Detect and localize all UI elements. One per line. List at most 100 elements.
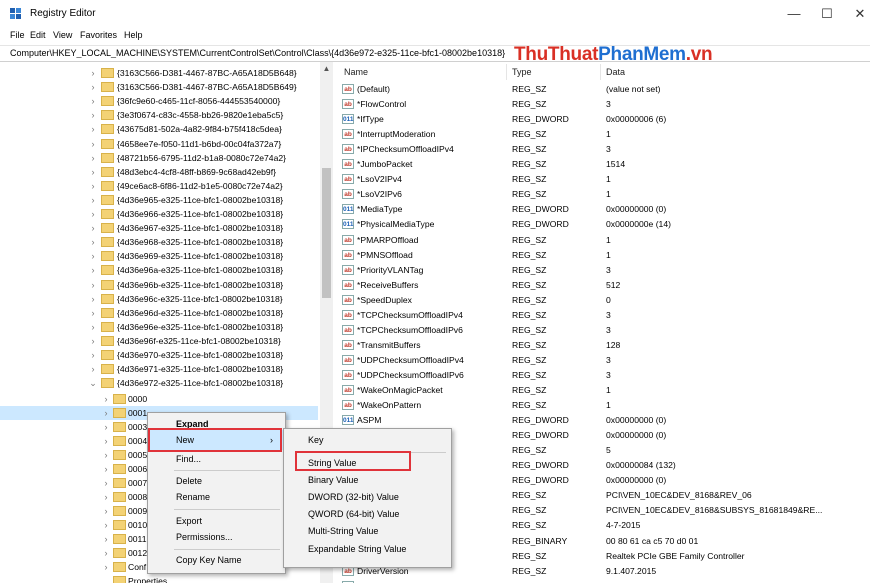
tree-item[interactable]: › {4d36e96a-e325-11ce-bfc1-08002be10318} [0,263,318,277]
chevron-right-icon[interactable]: › [88,263,98,277]
context-menu-find[interactable]: Find... [176,449,201,469]
tree-item[interactable]: › {3163C566-D381-4467-87BC-A65A18D5B649} [0,80,318,94]
tree-item[interactable]: › {4d36e96b-e325-11ce-bfc1-08002be10318} [0,278,318,292]
menu-file[interactable]: File [10,30,25,40]
tree-item[interactable]: › {3163C566-D381-4467-87BC-A65A18D5B648} [0,66,318,80]
address-bar[interactable]: Computer\HKEY_LOCAL_MACHINE\SYSTEM\Curre… [0,45,870,62]
menu-edit[interactable]: Edit [30,30,46,40]
tree-item[interactable]: › {3e3f0674-c83c-4558-bb26-9820e1eba5c5} [0,108,318,122]
chevron-right-icon[interactable]: › [101,448,111,462]
value-row[interactable]: ab *TCPChecksumOffloadIPv6 REG_SZ 3 [336,323,870,338]
chevron-right-icon[interactable]: › [101,560,111,574]
chevron-right-icon[interactable]: › [101,392,111,406]
value-row[interactable]: ab *PriorityVLANTag REG_SZ 3 [336,263,870,278]
submenu-multi-string-value[interactable]: Multi-String Value [308,521,378,541]
value-row[interactable]: ab *TCPChecksumOffloadIPv4 REG_SZ 3 [336,308,870,323]
chevron-right-icon[interactable]: › [88,80,98,94]
menu-help[interactable]: Help [124,30,143,40]
chevron-right-icon[interactable]: › [101,420,111,434]
value-row[interactable]: ab *InterruptModeration REG_SZ 1 [336,127,870,142]
value-row[interactable]: ab *ReceiveBuffers REG_SZ 512 [336,278,870,293]
value-row[interactable]: 011 *IfType REG_DWORD 0x00000006 (6) [336,112,870,127]
tree-item[interactable]: › {4d36e96c-e325-11ce-bfc1-08002be10318} [0,292,318,306]
tree-item[interactable]: › {4d36e968-e325-11ce-bfc1-08002be10318} [0,235,318,249]
value-row[interactable]: ab (Default) REG_SZ (value not set) [336,82,870,97]
tree-item[interactable]: › {36fc9e60-c465-11cf-8056-444553540000} [0,94,318,108]
chevron-right-icon[interactable]: › [101,490,111,504]
chevron-right-icon[interactable]: › [88,292,98,306]
value-row[interactable]: abForceModeREG_SZ0 [336,579,870,583]
value-row[interactable]: ab *PMARPOffload REG_SZ 1 [336,233,870,248]
chevron-right-icon[interactable]: › [88,179,98,193]
value-row[interactable]: ab *FlowControl REG_SZ 3 [336,97,870,112]
close-button[interactable]: ✕ [846,5,870,23]
value-row[interactable]: 011 *MediaType REG_DWORD 0x00000000 (0) [336,202,870,217]
tree-subitem[interactable]: Properties [0,574,318,583]
value-row[interactable]: ab *WakeOnPattern REG_SZ 1 [336,398,870,413]
tree-item[interactable]: › {4d36e967-e325-11ce-bfc1-08002be10318} [0,221,318,235]
menu-favorites[interactable]: Favorites [80,30,117,40]
submenu-key[interactable]: Key [308,430,324,450]
tree-item[interactable]: ⌄ {4d36e972-e325-11ce-bfc1-08002be10318} [0,376,318,390]
tree-item[interactable]: › {4d36e96e-e325-11ce-bfc1-08002be10318} [0,320,318,334]
scroll-up-icon[interactable]: ▲ [320,62,333,75]
value-row[interactable]: ab *TransmitBuffers REG_SZ 128 [336,338,870,353]
chevron-right-icon[interactable]: › [101,462,111,476]
chevron-right-icon[interactable]: › [88,94,98,108]
context-menu-copy-key-name[interactable]: Copy Key Name [176,550,242,570]
minimize-button[interactable]: — [780,5,808,23]
tree-item[interactable]: › {48721b56-6795-11d2-b1a8-0080c72e74a2} [0,151,318,165]
context-menu-rename[interactable]: Rename [176,487,210,507]
tree-item[interactable]: › {4d36e96f-e325-11ce-bfc1-08002be10318} [0,334,318,348]
chevron-right-icon[interactable]: › [88,235,98,249]
tree-item[interactable]: › {4d36e96d-e325-11ce-bfc1-08002be10318} [0,306,318,320]
chevron-right-icon[interactable]: › [88,362,98,376]
chevron-right-icon[interactable]: › [88,334,98,348]
value-row[interactable]: ab *SpeedDuplex REG_SZ 0 [336,293,870,308]
chevron-right-icon[interactable]: › [88,108,98,122]
chevron-right-icon[interactable]: › [101,546,111,560]
column-header-type[interactable]: Type [512,67,532,77]
chevron-right-icon[interactable]: › [88,278,98,292]
column-header-name[interactable]: Name [344,67,368,77]
chevron-right-icon[interactable]: › [101,518,111,532]
chevron-right-icon[interactable]: › [88,348,98,362]
tree-item[interactable]: › {4d36e966-e325-11ce-bfc1-08002be10318} [0,207,318,221]
tree-subitem[interactable]: › 0000 [0,392,318,406]
chevron-right-icon[interactable]: › [101,476,111,490]
value-row[interactable]: ab *PMNSOffload REG_SZ 1 [336,248,870,263]
tree-item[interactable]: › {4658ee7e-f050-11d1-b6bd-00c04fa372a7} [0,137,318,151]
chevron-right-icon[interactable]: › [88,193,98,207]
value-row[interactable]: ab *LsoV2IPv6 REG_SZ 1 [336,187,870,202]
chevron-right-icon[interactable]: › [101,532,111,546]
menu-view[interactable]: View [53,30,72,40]
chevron-right-icon[interactable]: › [101,504,111,518]
chevron-right-icon[interactable]: › [88,137,98,151]
tree-item[interactable]: › {48d3ebc4-4cf8-48ff-b869-9c68ad42eb9f} [0,165,318,179]
tree-item[interactable]: › {49ce6ac8-6f86-11d2-b1e5-0080c72e74a2} [0,179,318,193]
value-row[interactable]: ab *UDPChecksumOffloadIPv4 REG_SZ 3 [336,353,870,368]
value-row[interactable]: ab *LsoV2IPv4 REG_SZ 1 [336,172,870,187]
chevron-right-icon[interactable]: › [88,221,98,235]
context-menu-permissions[interactable]: Permissions... [176,527,233,547]
tree-item[interactable]: › {4d36e970-e325-11ce-bfc1-08002be10318} [0,348,318,362]
value-row[interactable]: ab *UDPChecksumOffloadIPv6 REG_SZ 3 [336,368,870,383]
chevron-right-icon[interactable]: › [88,306,98,320]
value-row[interactable]: 011 ASPM REG_DWORD 0x00000000 (0) [336,413,870,428]
scrollbar-thumb[interactable] [322,168,331,298]
chevron-right-icon[interactable]: › [88,249,98,263]
chevron-right-icon[interactable]: › [88,207,98,221]
chevron-right-icon[interactable]: › [88,165,98,179]
value-row[interactable]: ab *WakeOnMagicPacket REG_SZ 1 [336,383,870,398]
chevron-right-icon[interactable]: › [88,320,98,334]
tree-item[interactable]: › {4d36e971-e325-11ce-bfc1-08002be10318} [0,362,318,376]
value-row[interactable]: ab *JumboPacket REG_SZ 1514 [336,157,870,172]
chevron-down-icon[interactable]: ⌄ [88,376,98,390]
value-row[interactable]: 011 *PhysicalMediaType REG_DWORD 0x0000000e… [336,217,870,232]
tree-item[interactable]: › {43675d81-502a-4a82-9f84-b75f418c5dea} [0,122,318,136]
submenu-expandable-string-value[interactable]: Expandable String Value [308,539,406,559]
chevron-right-icon[interactable]: › [88,151,98,165]
chevron-right-icon[interactable]: › [88,122,98,136]
maximize-button[interactable]: ☐ [813,5,841,23]
tree-item[interactable]: › {4d36e965-e325-11ce-bfc1-08002be10318} [0,193,318,207]
